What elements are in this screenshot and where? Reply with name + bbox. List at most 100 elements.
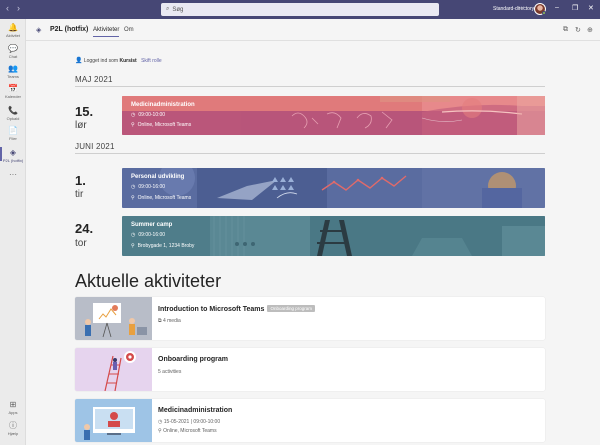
calendar-icon: 📅	[8, 84, 18, 93]
activity-card-medicinadministration[interactable]: Medicinadministration ◷ 15-05-2021 | 09:…	[75, 399, 545, 442]
app-rail: 🔔 Aktivitet 💬 Chat 👥 Teams 📅 Kalender 📞 …	[0, 19, 26, 445]
clock-icon: ◷	[131, 184, 136, 190]
history-nav: ‹ ›	[6, 3, 20, 13]
event-time: ◷ 09:00-10:00	[131, 112, 165, 118]
search-icon: ⌕	[166, 6, 170, 12]
directory-label[interactable]: Standard-directory	[493, 6, 534, 12]
close-icon[interactable]: ✕	[588, 4, 594, 12]
rail-item-files[interactable]: 📄 Filer	[0, 126, 26, 141]
clock-icon: ◷	[131, 112, 136, 118]
event-title: Personal udvikling	[131, 174, 185, 180]
event-time-text: 09:00-16:00	[138, 184, 166, 190]
location-pin-icon: ⚲	[131, 243, 135, 249]
tab-activities[interactable]: Aktiviteter	[93, 27, 120, 37]
event-time: ◷ 09:00-16:00	[131, 184, 165, 190]
event-card-medicinadministration[interactable]: Medicinadministration ◷ 09:00-10:00 ⚲ Onli…	[122, 96, 545, 135]
rail-item-teams[interactable]: 👥 Teams	[0, 64, 26, 79]
event-day: 24.	[75, 221, 94, 236]
login-status: 👤 Logget ind som Kursist Skift rolle	[75, 57, 162, 64]
event-time-text: 09:00-16:00	[138, 232, 166, 238]
ladder-target-thumbnail	[75, 348, 152, 391]
activity-meta-text: 4 media	[162, 318, 181, 324]
program-badge: Onboarding program	[267, 305, 315, 312]
development-illustration	[159, 168, 545, 208]
activity-title-text: Introduction to Microsoft Teams	[158, 306, 265, 313]
activity-title: Introduction to Microsoft Teams Onboardin…	[158, 305, 315, 313]
event-title: Medicinadministration	[131, 102, 195, 108]
activity-meta: ⧉ 4 media	[158, 318, 181, 324]
event-place: ⚲ Brobygade 1, 1234 Broby	[131, 243, 194, 249]
rail-item-label: Teams	[7, 74, 19, 79]
online-meeting-thumbnail	[75, 399, 152, 442]
rail-item-p2l[interactable]: ◈ P2L (hotfix)	[0, 147, 26, 163]
bell-icon: 🔔	[8, 23, 18, 32]
apps-icon: ⊞	[9, 400, 17, 409]
back-arrow-icon[interactable]: ‹	[6, 3, 9, 13]
activity-card-onboarding[interactable]: Onboarding program 5 activities	[75, 348, 545, 391]
activity-card-intro-teams[interactable]: Introduction to Microsoft Teams Onboardin…	[75, 297, 545, 340]
person-icon: 👤	[75, 58, 83, 64]
activity-title: Onboarding program	[158, 356, 228, 363]
rail-item-label: Aktivitet	[5, 33, 20, 38]
chat-icon: 💬	[8, 44, 18, 53]
activity-meta: 5 activities	[158, 369, 182, 375]
search-placeholder: Søg	[172, 6, 184, 13]
file-icon: 📄	[8, 126, 18, 135]
month-divider	[75, 153, 545, 154]
maximize-icon[interactable]: ❐	[572, 4, 578, 12]
rail-item-calendar[interactable]: 📅 Kalender	[0, 84, 26, 99]
rail-item-label: P2L (hotfix)	[2, 158, 24, 163]
refresh-icon[interactable]: ↻	[575, 26, 581, 34]
search-input[interactable]: ⌕ Søg	[161, 3, 439, 16]
switch-role-link[interactable]: Skift rolle	[141, 58, 162, 64]
more-options-icon[interactable]: ···	[518, 4, 525, 11]
event-weekday: tor	[75, 238, 87, 249]
rail-item-label: Hjælp	[7, 431, 19, 436]
forward-arrow-icon[interactable]: ›	[17, 3, 20, 13]
rail-item-label: Opkald	[6, 116, 20, 121]
event-day: 15.	[75, 104, 94, 119]
rail-item-apps[interactable]: ⊞ Apps	[0, 400, 26, 415]
event-weekday: lør	[75, 120, 87, 131]
activity-place-text: Online, Microsoft Teams	[163, 428, 217, 434]
avatar[interactable]	[534, 3, 546, 15]
event-card-summer-camp[interactable]: Summer camp ◷ 09:00-16:00 ⚲ Brobygade 1, 1…	[122, 216, 545, 256]
clock-icon: ◷	[131, 232, 136, 238]
event-time-text: 09:00-10:00	[138, 112, 166, 118]
event-card-personal-udvikling[interactable]: Personal udvikling ◷ 09:00-16:00 ⚲ Online,…	[122, 168, 545, 208]
rail-item-chat[interactable]: 💬 Chat	[0, 44, 26, 59]
teams-icon: 👥	[8, 64, 18, 73]
login-prefix: Logget ind som	[83, 58, 119, 64]
event-place-text: Online, Microsoft Teams	[137, 195, 192, 201]
rail-item-activity[interactable]: 🔔 Aktivitet	[0, 23, 26, 38]
event-time: ◷ 09:00-16:00	[131, 232, 165, 238]
rail-item-label: Kalender	[4, 94, 21, 99]
section-heading: Aktuelle aktiviteter	[75, 271, 222, 291]
event-title: Summer camp	[131, 222, 173, 228]
location-pin-icon: ⚲	[131, 122, 135, 128]
stack-icon: ◈	[9, 148, 17, 157]
activity-date-text: 15-05-2021 | 09:00-10:00	[163, 419, 221, 425]
help-icon: ⓘ	[9, 421, 17, 430]
popout-icon[interactable]: ⧉	[563, 26, 568, 34]
minimize-icon[interactable]: –	[555, 4, 559, 11]
event-place-text: Online, Microsoft Teams	[137, 122, 192, 128]
stack-icon: ◈	[36, 27, 42, 34]
activity-title: Medicinadministration	[158, 407, 233, 414]
login-role: Kursist	[119, 58, 137, 64]
page-title: P2L (hotfix)	[50, 26, 89, 33]
rail-item-calls[interactable]: 📞 Opkald	[0, 106, 26, 121]
rail-item-label: Chat	[8, 54, 18, 59]
event-day: 1.	[75, 173, 86, 188]
month-divider	[75, 86, 545, 87]
title-bar: ‹ › ⌕ Søg Standard-directory ··· – ❐ ✕	[0, 0, 600, 19]
tab-about[interactable]: Om	[124, 27, 134, 33]
location-pin-icon: ⚲	[131, 195, 135, 201]
rail-item-help[interactable]: ⓘ Hjælp	[0, 421, 26, 436]
globe-icon[interactable]: ⊕	[587, 26, 593, 34]
app-header: ◈ P2L (hotfix) Aktiviteter Om ⧉ ↻ ⊕	[26, 19, 600, 41]
camp-illustration	[210, 216, 545, 256]
event-place: ⚲ Online, Microsoft Teams	[131, 122, 191, 128]
event-weekday: tir	[75, 189, 84, 200]
rail-more-icon[interactable]: ···	[0, 170, 26, 179]
